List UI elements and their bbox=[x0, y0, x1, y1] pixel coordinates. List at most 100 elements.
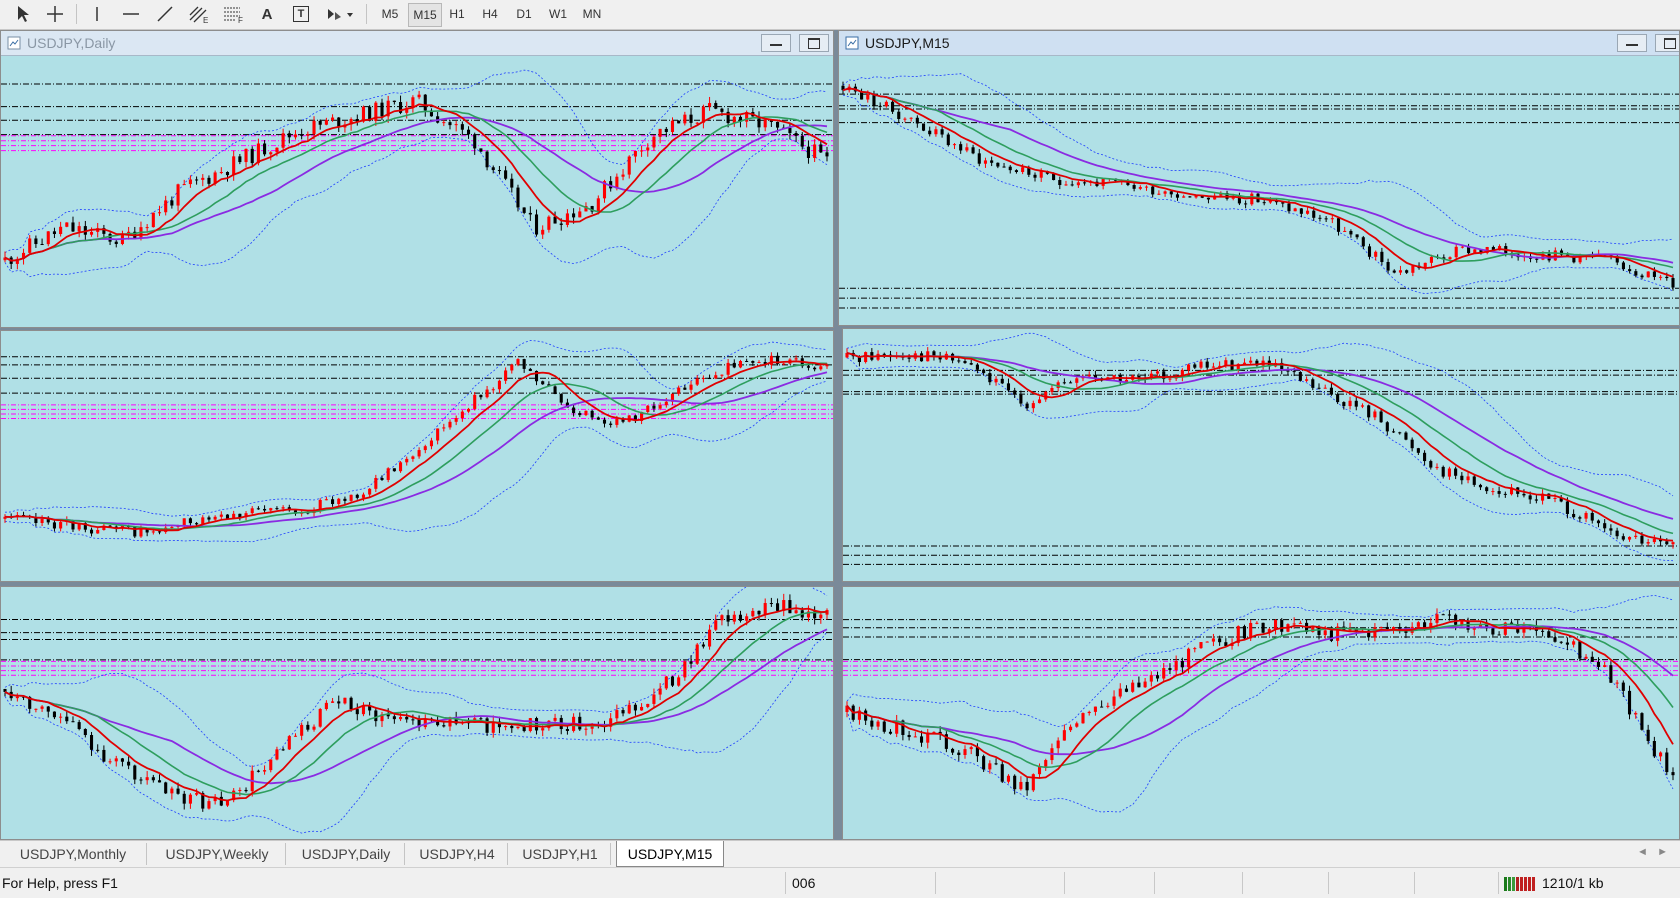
tab-usdjpy-m15[interactable]: USDJPY,M15 bbox=[616, 841, 724, 867]
candle-body bbox=[664, 401, 668, 406]
chart-window-daily[interactable]: USDJPY,Daily bbox=[0, 30, 834, 328]
candle-body bbox=[882, 721, 886, 732]
chart-window-right-bottom[interactable] bbox=[842, 586, 1680, 840]
candle-body bbox=[1361, 237, 1365, 247]
arrows-dropdown-icon[interactable] bbox=[322, 3, 358, 25]
candle-body bbox=[726, 362, 730, 375]
candle-body bbox=[195, 523, 199, 525]
candle-body bbox=[1342, 402, 1346, 407]
candle-body bbox=[300, 134, 304, 136]
chart-canvas-left-bottom[interactable] bbox=[1, 587, 833, 839]
chart-canvas-left-middle[interactable] bbox=[1, 331, 833, 581]
maximize-button[interactable] bbox=[1655, 34, 1679, 52]
timeframe-d1-button[interactable]: D1 bbox=[508, 3, 540, 25]
candle-body bbox=[1188, 196, 1192, 198]
vertical-line-icon[interactable] bbox=[84, 3, 110, 25]
timeframe-h1-button[interactable]: H1 bbox=[442, 3, 472, 25]
timeframe-m5-button[interactable]: M5 bbox=[374, 3, 406, 25]
text-icon[interactable]: A bbox=[254, 3, 280, 25]
candle-body bbox=[1634, 713, 1638, 715]
trendline-icon[interactable] bbox=[152, 3, 178, 25]
minimize-button[interactable] bbox=[1617, 34, 1647, 52]
equidistant-channel-icon[interactable]: E bbox=[186, 3, 212, 25]
chart-window-m15[interactable]: USDJPY,M15 bbox=[838, 30, 1680, 326]
candle-body bbox=[794, 610, 798, 614]
candle-body bbox=[405, 458, 409, 463]
candle-body bbox=[720, 108, 724, 112]
timeframe-m15-button[interactable]: M15 bbox=[408, 3, 442, 27]
candle-body bbox=[1572, 513, 1576, 518]
price-chart[interactable] bbox=[843, 329, 1679, 581]
candle-body bbox=[380, 102, 384, 117]
chart-window-left-middle[interactable] bbox=[0, 330, 834, 582]
price-chart[interactable] bbox=[839, 56, 1679, 325]
window-titlebar-daily[interactable]: USDJPY,Daily bbox=[1, 31, 833, 56]
chart-window-right-middle[interactable] bbox=[842, 328, 1680, 582]
timeframe-mn-button[interactable]: MN bbox=[576, 3, 608, 25]
candle-body bbox=[627, 156, 631, 175]
candle-body bbox=[1287, 203, 1291, 212]
candle-body bbox=[256, 508, 260, 510]
candle-body bbox=[615, 418, 619, 425]
tab-scroll-arrows[interactable]: ◄ ► bbox=[1637, 846, 1668, 858]
candle-body bbox=[1671, 772, 1675, 776]
candle-body bbox=[504, 170, 508, 179]
price-chart[interactable] bbox=[1, 587, 833, 839]
candle-body bbox=[1454, 468, 1458, 476]
candle-body bbox=[1255, 622, 1259, 624]
timeframe-w1-button[interactable]: W1 bbox=[542, 3, 574, 25]
chart-canvas-right-bottom[interactable] bbox=[843, 587, 1679, 839]
tab-usdjpy-monthly[interactable]: USDJPY,Monthly bbox=[0, 843, 147, 865]
chart-canvas-right-middle[interactable] bbox=[843, 329, 1679, 581]
candle-body bbox=[1391, 431, 1396, 433]
candle-body bbox=[934, 129, 938, 135]
candle-body bbox=[1447, 468, 1451, 477]
crosshair-icon[interactable] bbox=[42, 3, 68, 25]
minimize-button[interactable] bbox=[761, 34, 791, 52]
maximize-button[interactable] bbox=[799, 34, 829, 52]
tab-usdjpy-weekly[interactable]: USDJPY,Weekly bbox=[149, 843, 286, 865]
text-label-icon[interactable]: T bbox=[288, 3, 314, 25]
candle-body bbox=[652, 136, 656, 148]
candle-body bbox=[52, 711, 56, 718]
candle-body bbox=[1441, 466, 1445, 477]
tab-usdjpy-h4[interactable]: USDJPY,H4 bbox=[407, 843, 508, 865]
price-chart[interactable] bbox=[843, 587, 1679, 839]
chart-window-left-bottom[interactable] bbox=[0, 586, 834, 840]
window-titlebar-m15[interactable]: USDJPY,M15 bbox=[839, 31, 1679, 56]
candle-body bbox=[1006, 383, 1011, 391]
candle-body bbox=[689, 114, 693, 123]
fibonacci-icon[interactable]: F bbox=[220, 3, 246, 25]
candle-body bbox=[928, 130, 932, 135]
candle-body bbox=[1572, 641, 1576, 645]
connection-status[interactable]: 1210/1 kb bbox=[1504, 872, 1604, 894]
candle-body bbox=[516, 187, 520, 208]
candle-body bbox=[1293, 208, 1297, 212]
candle-body bbox=[52, 522, 56, 529]
chart-canvas-daily[interactable] bbox=[1, 56, 833, 327]
tab-usdjpy-daily[interactable]: USDJPY,Daily bbox=[288, 843, 405, 865]
candle-body bbox=[1075, 723, 1079, 727]
chart-canvas-m15[interactable] bbox=[839, 56, 1679, 325]
candle-body bbox=[738, 614, 743, 621]
candle-body bbox=[806, 366, 811, 368]
candle-body bbox=[689, 384, 693, 390]
tab-usdjpy-h1[interactable]: USDJPY,H1 bbox=[510, 843, 611, 865]
candle-body bbox=[1640, 713, 1644, 730]
candle-body bbox=[1162, 668, 1166, 679]
candle-body bbox=[1367, 405, 1371, 418]
candle-body bbox=[677, 677, 681, 686]
horizontal-line-icon[interactable] bbox=[118, 3, 144, 25]
candle-body bbox=[1070, 184, 1074, 186]
price-chart[interactable] bbox=[1, 331, 833, 581]
cursor-icon[interactable] bbox=[10, 3, 36, 25]
price-chart[interactable] bbox=[1, 56, 833, 327]
candle-body bbox=[497, 170, 501, 172]
candle-body bbox=[572, 407, 576, 414]
candle-body bbox=[374, 710, 378, 722]
timeframe-h4-button[interactable]: H4 bbox=[474, 3, 506, 25]
candle-body bbox=[207, 177, 211, 184]
candle-body bbox=[1286, 370, 1290, 372]
candle-body bbox=[263, 508, 267, 511]
candle-body bbox=[714, 375, 718, 379]
